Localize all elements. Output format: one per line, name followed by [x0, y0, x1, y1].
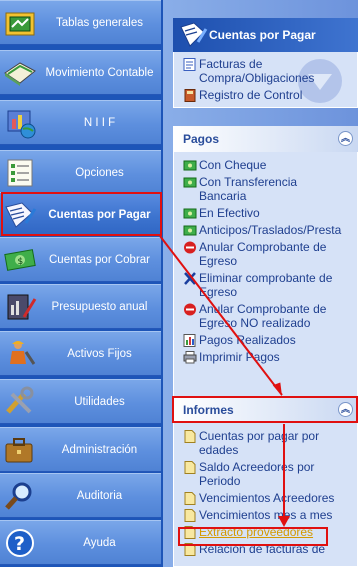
pagos-panel: Pagos ︽ Con Cheque Con Transferencia Ban… — [173, 126, 358, 408]
no-entry-icon — [184, 303, 196, 316]
task-con-transferencia[interactable]: Con Transferencia Bancaria — [174, 174, 357, 205]
money-icon — [183, 177, 197, 188]
task-anular-comprobante[interactable]: Anular Comprobante de Egreso — [174, 239, 357, 270]
task-label: En Efectivo — [199, 206, 260, 220]
task-imprimir-pagos[interactable]: Imprimir Pagos — [174, 349, 357, 366]
task-pane: Cuentas por Pagar Facturas de Compra/Obl… — [163, 0, 358, 567]
highlight-box-nav — [1, 192, 162, 236]
nav-item-ayuda[interactable]: ? Ayuda — [0, 520, 161, 565]
nav-item-utilidades[interactable]: Utilidades — [0, 379, 161, 424]
nav-item-opciones[interactable]: Opciones — [0, 150, 161, 195]
task-label: Vencimientos Acreedores — [199, 491, 335, 505]
document-pen-icon — [180, 22, 208, 47]
money-bill-icon: $ — [4, 249, 36, 271]
nav-label: Tablas generales — [56, 16, 143, 29]
task-saldo-acreedores[interactable]: Saldo Acreedores por Periodo — [174, 459, 357, 490]
document-list-icon — [183, 58, 196, 71]
briefcase-icon — [5, 438, 33, 463]
nav-label: Movimiento Contable — [45, 66, 154, 79]
page-icon — [184, 492, 196, 505]
task-label: Con Cheque — [199, 158, 267, 172]
nav-item-auditoria[interactable]: Auditoria — [0, 473, 161, 518]
no-entry-icon — [184, 241, 196, 254]
nav-item-tablas-generales[interactable]: Tablas generales — [0, 0, 161, 45]
highlight-box-informes — [172, 396, 358, 423]
task-eliminar-comprobante[interactable]: Eliminar comprobante de Egreso — [174, 270, 357, 301]
nav-item-niif[interactable]: N I I F — [0, 100, 161, 145]
task-label: Anticipos/Traslados/Presta — [199, 223, 342, 237]
nav-item-presupuesto-anual[interactable]: Presupuesto anual — [0, 284, 161, 329]
magnifier-icon — [5, 482, 32, 510]
nav-item-activos-fijos[interactable]: Activos Fijos — [0, 331, 161, 376]
svg-text:$: $ — [18, 257, 24, 267]
task-anticipos[interactable]: Anticipos/Traslados/Presta — [174, 222, 357, 239]
task-vencimientos-mes[interactable]: Vencimientos mes a mes — [174, 507, 357, 524]
svg-text:?: ? — [14, 533, 25, 555]
task-label: Pagos Realizados — [199, 333, 296, 347]
chart-pen-icon — [7, 294, 37, 320]
highlight-box-extracto — [178, 527, 328, 546]
page-icon — [184, 430, 196, 443]
task-anular-no-realizado[interactable]: Anular Comprobante de Egreso NO realizad… — [174, 301, 357, 332]
worker-icon — [10, 341, 36, 365]
nav-label: Opciones — [75, 166, 124, 179]
task-facturas-compra[interactable]: Facturas de Compra/Obligaciones — [174, 56, 357, 87]
page-icon — [184, 461, 196, 474]
help-icon: ? — [6, 529, 34, 557]
task-label: Registro de Control — [199, 88, 303, 102]
nav-label: Auditoria — [76, 489, 123, 502]
checklist-icon — [7, 159, 33, 187]
task-label: Facturas de Compra/Obligaciones — [199, 57, 315, 85]
nav-item-administracion[interactable]: Administración — [0, 427, 161, 472]
task-label: Con Transferencia Bancaria — [199, 175, 298, 203]
money-icon — [183, 225, 197, 236]
pagos-panel-header[interactable]: Pagos ︽ — [173, 126, 358, 152]
nav-label: Ayuda — [83, 536, 116, 549]
task-label: Anular Comprobante de Egreso — [199, 240, 327, 268]
nav-item-cuentas-por-cobrar[interactable]: $ Cuentas por Cobrar — [0, 237, 161, 282]
globe-chart-icon — [7, 110, 36, 139]
tools-icon — [6, 386, 34, 414]
task-label: Saldo Acreedores por Periodo — [199, 460, 315, 488]
pagos-panel-title: Pagos — [183, 132, 220, 146]
nav-label: Utilidades — [74, 395, 125, 408]
task-vencimientos-acreedores[interactable]: Vencimientos Acreedores — [174, 490, 357, 507]
cuentas-panel: Facturas de Compra/Obligaciones Registro… — [173, 52, 358, 108]
nav-label: N I I F — [83, 116, 116, 129]
folder-table-icon — [5, 12, 35, 36]
module-nav: Tablas generales Movimiento Contable N I… — [0, 0, 163, 567]
money-icon — [183, 160, 197, 171]
cuentas-panel-header: Cuentas por Pagar — [173, 18, 358, 52]
cuentas-panel-title: Cuentas por Pagar — [209, 28, 316, 42]
task-label: Vencimientos mes a mes — [199, 508, 333, 522]
delete-x-icon — [184, 272, 196, 285]
book-icon — [184, 89, 196, 102]
task-label: Imprimir Pagos — [199, 350, 280, 364]
task-en-efectivo[interactable]: En Efectivo — [174, 205, 357, 222]
nav-label: Administración — [61, 443, 138, 456]
task-cxp-edades[interactable]: Cuentas por pagar por edades — [174, 428, 357, 459]
printer-icon — [183, 351, 197, 364]
task-registro-control[interactable]: Registro de Control — [174, 87, 357, 104]
nav-label: Presupuesto anual — [51, 300, 148, 313]
task-label: Cuentas por pagar por edades — [199, 429, 320, 457]
task-pagos-realizados[interactable]: Pagos Realizados — [174, 332, 357, 349]
task-label: Anular Comprobante de Egreso NO realizad… — [199, 302, 327, 330]
task-label: Eliminar comprobante de Egreso — [199, 271, 333, 299]
ledger-book-icon — [4, 62, 36, 86]
nav-label: Cuentas por Cobrar — [49, 253, 150, 266]
nav-item-movimiento-contable[interactable]: Movimiento Contable — [0, 50, 161, 95]
task-con-cheque[interactable]: Con Cheque — [174, 157, 357, 174]
collapse-chevron-icon[interactable]: ︽ — [338, 131, 353, 146]
page-icon — [184, 509, 196, 522]
report-icon — [183, 334, 196, 347]
nav-label: Activos Fijos — [67, 347, 132, 360]
money-icon — [183, 208, 197, 219]
